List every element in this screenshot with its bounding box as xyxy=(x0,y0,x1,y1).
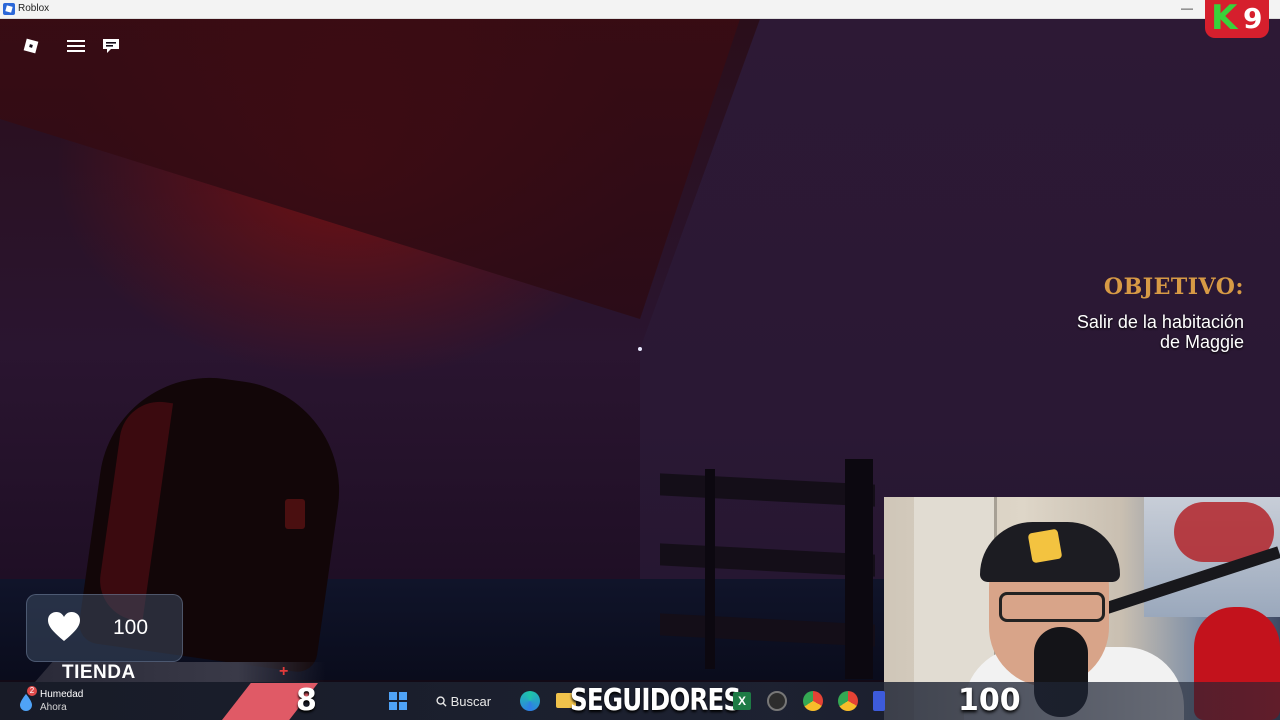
window-title: Roblox xyxy=(18,3,50,14)
roblox-logo-icon xyxy=(23,38,39,54)
objective-line-1: Salir de la habitación xyxy=(1076,312,1244,332)
heart-icon xyxy=(48,612,80,641)
objective-line-2: de Maggie xyxy=(1159,332,1244,352)
chrome-profile-icon[interactable] xyxy=(838,691,858,711)
health-panel: 100 xyxy=(26,594,183,662)
roblox-app-icon xyxy=(3,3,15,15)
k9-logo: K 9 xyxy=(1205,0,1269,38)
objective-label: OBJETIVO: xyxy=(1103,274,1244,300)
followers-count: 8 xyxy=(296,683,317,718)
k9-logo-letter: K xyxy=(1211,0,1238,38)
chat-icon xyxy=(103,39,119,53)
search-label: Buscar xyxy=(450,694,492,709)
cap-logo-icon xyxy=(1027,528,1063,564)
window-titlebar: Roblox — xyxy=(0,0,1280,19)
weather-subtitle: Ahora xyxy=(40,702,67,713)
edge-browser-icon[interactable] xyxy=(520,691,540,711)
hamburger-menu-button[interactable] xyxy=(62,34,90,58)
weather-title[interactable]: Humedad xyxy=(40,689,83,700)
objective-text: Salir de la habitación de Maggie xyxy=(1077,312,1244,352)
followers-goal: 100 xyxy=(958,683,1021,718)
excel-icon[interactable]: X xyxy=(733,692,751,710)
search-icon xyxy=(436,696,447,707)
taskbar-app-icon[interactable] xyxy=(873,691,885,711)
roblox-menu-button[interactable] xyxy=(17,34,45,58)
chair-detail xyxy=(285,499,305,529)
objective-panel: OBJETIVO: Salir de la habitación de Magg… xyxy=(1077,274,1244,352)
dark-shelf xyxy=(660,459,890,680)
windows-start-icon[interactable] xyxy=(389,692,407,710)
minimize-button[interactable]: — xyxy=(1180,0,1194,18)
shop-plus-icon: + xyxy=(279,663,289,680)
health-value: 100 xyxy=(113,616,149,639)
shop-label[interactable]: TIENDA xyxy=(62,662,136,684)
followers-label: SEGUIDORES xyxy=(570,683,741,718)
obs-icon[interactable] xyxy=(767,691,787,711)
weather-notification-badge: 2 xyxy=(27,686,37,696)
menu-icon xyxy=(67,40,85,52)
taskbar-search[interactable]: Buscar xyxy=(436,694,491,709)
chrome-icon[interactable] xyxy=(803,691,823,711)
k9-logo-number: 9 xyxy=(1243,2,1263,35)
chat-button[interactable] xyxy=(97,34,125,58)
red-wall-shadow xyxy=(0,19,740,319)
crosshair-dot xyxy=(638,347,642,351)
